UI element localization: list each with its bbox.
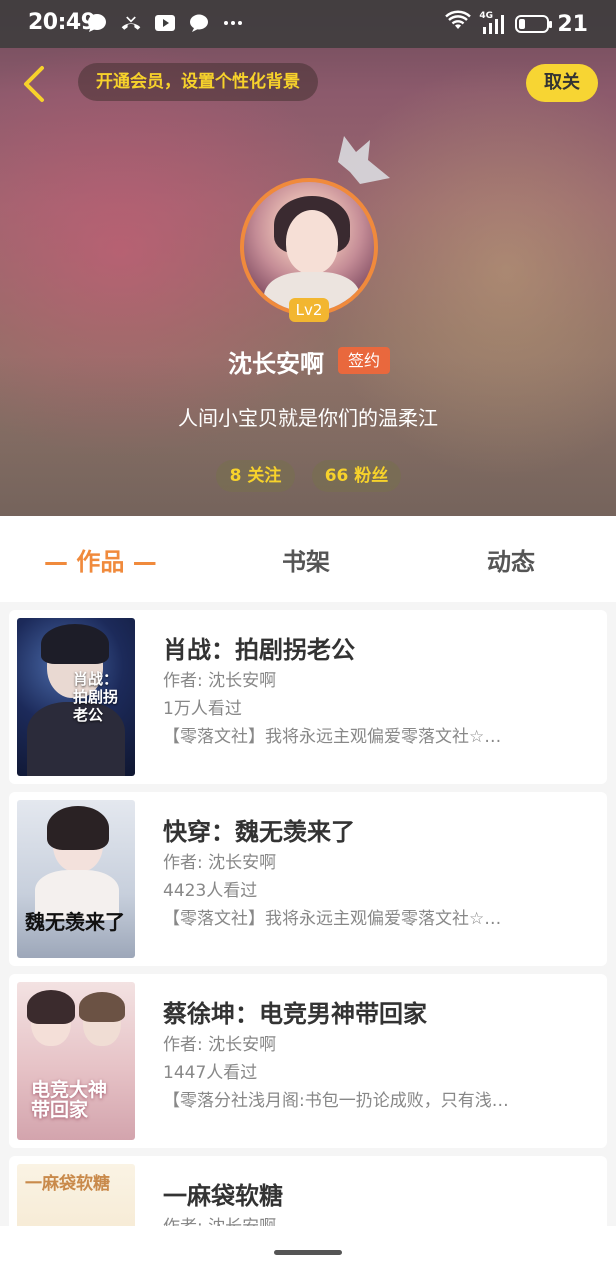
followers-count[interactable]: 66 粉丝 (312, 460, 401, 492)
tab-activity[interactable]: 动态 (487, 542, 535, 577)
book-title: 蔡徐坤：电竞男神带回家 (163, 1000, 427, 1028)
battery-level: 21 (557, 11, 588, 37)
list-item[interactable]: 魏无羡来了 快穿：魏无羡来了 作者: 沈长安啊 4423人看过 【零落文社】我将… (9, 792, 607, 966)
list-item[interactable]: 一麻袋软糖 一麻袋软糖 作者: 沈长安啊 (9, 1156, 607, 1226)
signal-icon: 4G (479, 11, 507, 35)
battery-icon (515, 15, 553, 33)
book-views: 1447人看过 (163, 1063, 258, 1083)
book-author: 作者: 沈长安啊 (163, 853, 277, 873)
signed-badge: 签约 (338, 347, 390, 374)
book-cover: 肖战：拍剧拐老公 (17, 618, 135, 776)
username: 沈长安啊 (228, 350, 324, 378)
book-title: 一麻袋软糖 (163, 1182, 283, 1210)
book-description: 【零落分社浅月阁:书包一扔论成败，只有浅… (163, 1091, 509, 1111)
profile-tabs: — 作品 — 书架 动态 (0, 516, 616, 602)
level-badge: Lv2 (289, 298, 329, 322)
unfollow-button[interactable]: 取关 (526, 64, 598, 102)
book-cover: 电竞大神带回家 (17, 982, 135, 1140)
book-description: 【零落文社】我将永远主观偏爱零落文社☆… (163, 909, 502, 929)
back-button[interactable] (18, 64, 52, 104)
missed-call-icon (120, 12, 142, 34)
home-indicator[interactable] (274, 1250, 342, 1255)
book-title: 肖战：拍剧拐老公 (163, 636, 355, 664)
book-cover: 一麻袋软糖 (17, 1164, 135, 1226)
more-dots-icon (222, 12, 244, 34)
chat-bubble-icon (86, 12, 108, 34)
book-author: 作者: 沈长安啊 (163, 1035, 277, 1055)
book-author: 作者: 沈长安啊 (163, 1212, 276, 1226)
book-views: 4423人看过 (163, 881, 258, 901)
list-item[interactable]: 肖战：拍剧拐老公 肖战：拍剧拐老公 作者: 沈长安啊 1万人看过 【零落文社】我… (9, 610, 607, 784)
wifi-icon (445, 10, 472, 38)
chevron-left-icon (24, 66, 44, 102)
video-icon (154, 12, 176, 34)
book-author: 作者: 沈长安啊 (163, 671, 277, 691)
tab-bookshelf[interactable]: 书架 (282, 542, 330, 577)
system-navigation-bar (0, 1226, 616, 1280)
vip-background-banner[interactable]: 开通会员，设置个性化背景 (78, 63, 318, 101)
crown-icon (338, 136, 390, 184)
message-icon (188, 12, 210, 34)
list-item[interactable]: 电竞大神带回家 蔡徐坤：电竞男神带回家 作者: 沈长安啊 1447人看过 【零落… (9, 974, 607, 1148)
book-title: 快穿：魏无羡来了 (163, 818, 355, 846)
tab-works[interactable]: — 作品 — (44, 542, 157, 577)
book-views: 1万人看过 (163, 699, 242, 719)
works-list: 肖战：拍剧拐老公 肖战：拍剧拐老公 作者: 沈长安啊 1万人看过 【零落文社】我… (0, 602, 616, 1226)
profile-bio: 人间小宝贝就是你们的温柔江 (178, 406, 438, 430)
book-cover: 魏无羡来了 (17, 800, 135, 958)
book-description: 【零落文社】我将永远主观偏爱零落文社☆… (163, 727, 502, 747)
following-count[interactable]: 8 关注 (216, 460, 295, 492)
status-bar: 20:49 4G 21 (0, 0, 616, 48)
avatar[interactable] (240, 178, 378, 316)
